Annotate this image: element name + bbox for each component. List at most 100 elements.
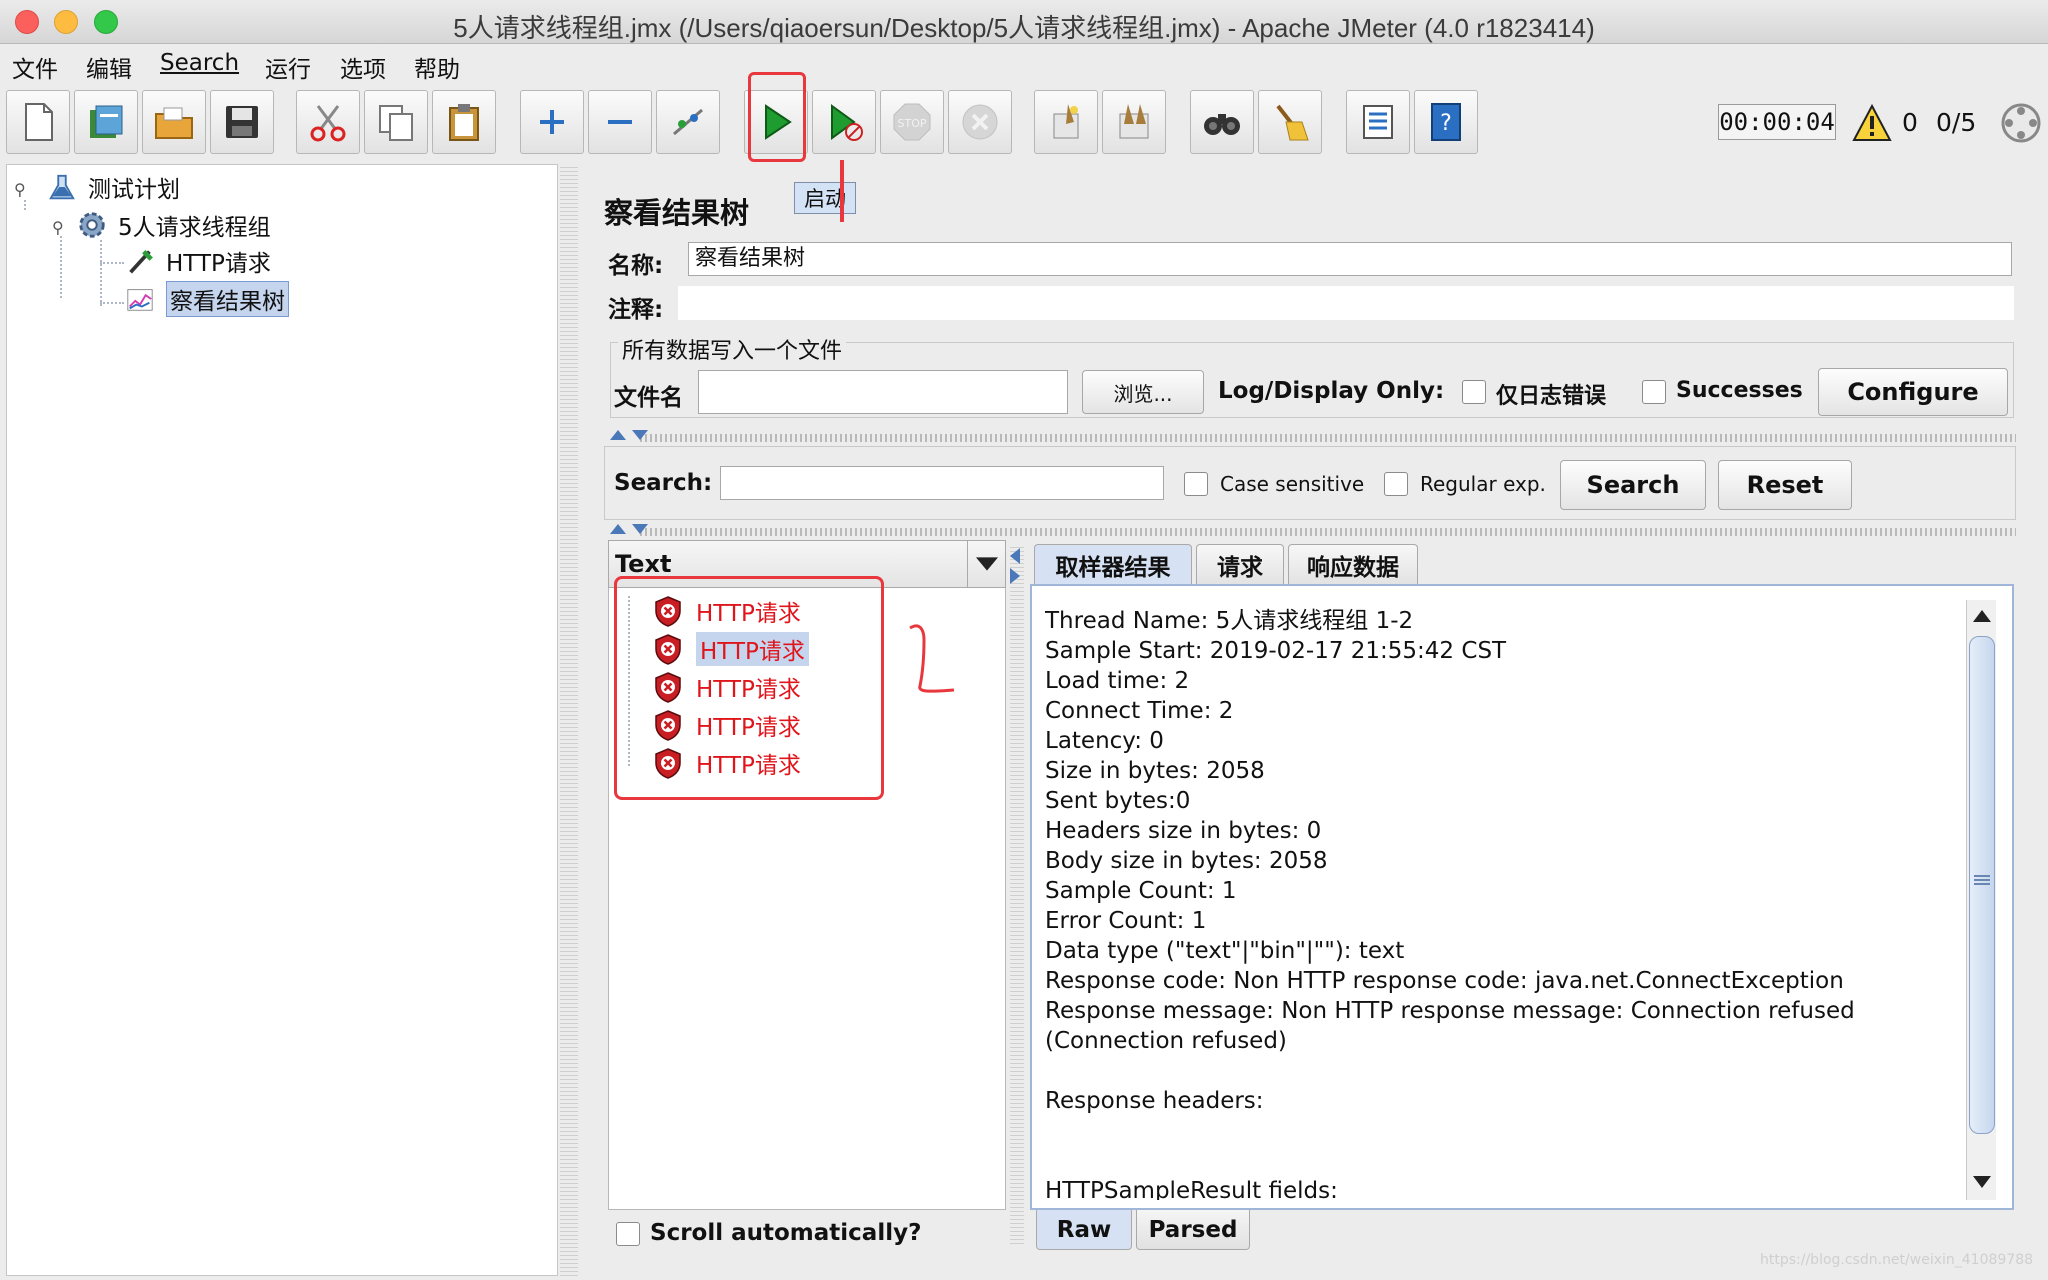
scroll-thumb[interactable] xyxy=(1969,636,1995,1134)
collapse-arrows-icon[interactable] xyxy=(608,428,652,442)
shutdown-icon[interactable] xyxy=(948,90,1012,154)
tree-node-label: HTTP请求 xyxy=(166,251,271,277)
copy-icon[interactable] xyxy=(364,90,428,154)
clear-icon[interactable] xyxy=(1034,90,1098,154)
open-icon[interactable] xyxy=(142,90,206,154)
collapse-icon[interactable] xyxy=(588,90,652,154)
annotation-mark xyxy=(840,160,844,222)
browse-button[interactable]: 浏览... xyxy=(1082,370,1204,414)
menu-file[interactable]: 文件 xyxy=(12,50,58,84)
search-button[interactable]: Search xyxy=(1560,460,1706,510)
window-title: 5人请求线程组.jmx (/Users/qiaoersun/Desktop/5人… xyxy=(453,13,1595,43)
tab-request[interactable]: 请求 xyxy=(1196,544,1284,584)
tree-node-http-request[interactable]: HTTP请求 xyxy=(124,244,271,278)
menu-edit[interactable]: 编辑 xyxy=(86,50,132,84)
renderer-value: Text xyxy=(615,550,672,578)
tree-node-label: 5人请求线程组 xyxy=(118,215,271,241)
search-label: Search: xyxy=(614,470,713,496)
thread-group-icon xyxy=(76,209,108,241)
tree-node-test-plan[interactable]: ⚲ 测试计划 xyxy=(14,170,180,204)
reset-button[interactable]: Reset xyxy=(1718,460,1852,510)
vertical-scrollbar[interactable] xyxy=(1966,600,1996,1200)
expand-icon[interactable] xyxy=(520,90,584,154)
regex-checkbox[interactable] xyxy=(1384,472,1408,496)
split-arrows-icon[interactable] xyxy=(1008,546,1022,586)
tree-connector xyxy=(100,262,124,264)
annotation-number-one xyxy=(909,624,955,693)
templates-icon[interactable] xyxy=(74,90,138,154)
tab-raw[interactable]: Raw xyxy=(1036,1210,1132,1250)
sampler-result-text[interactable]: Thread Name: 5人请求线程组 1-2 Sample Start: 2… xyxy=(1045,606,1965,1200)
menu-options[interactable]: 选项 xyxy=(340,50,386,84)
scroll-automatically-checkbox[interactable] xyxy=(616,1222,640,1246)
start-button-annotation xyxy=(748,72,806,162)
running-indicator-icon xyxy=(2001,103,2041,143)
scroll-down-icon[interactable] xyxy=(1971,1174,1993,1192)
name-label: 名称: xyxy=(608,253,664,279)
case-sensitive-checkbox[interactable] xyxy=(1184,472,1208,496)
menu-bar: 文件 编辑 Search 运行 选项 帮助 xyxy=(0,44,2048,84)
grip-icon xyxy=(1974,875,1990,885)
clear-all-icon[interactable] xyxy=(1102,90,1166,154)
svg-text:STOP: STOP xyxy=(898,117,927,130)
start-tooltip: 启动 xyxy=(794,182,856,214)
name-field[interactable]: 察看结果树 xyxy=(688,242,2012,276)
test-plan-icon xyxy=(46,171,78,203)
search-input[interactable] xyxy=(720,466,1164,500)
tree-node-label: 察看结果树 xyxy=(166,281,289,317)
menu-help[interactable]: 帮助 xyxy=(414,50,460,84)
start-no-pause-icon[interactable] xyxy=(812,90,876,154)
toggle-icon[interactable] xyxy=(656,90,720,154)
new-icon[interactable] xyxy=(6,90,70,154)
test-plan-tree xyxy=(6,164,558,1276)
help-icon[interactable]: ? xyxy=(1414,90,1478,154)
comment-label: 注释: xyxy=(608,297,664,323)
search-icon[interactable] xyxy=(1190,90,1254,154)
tree-handle-icon[interactable]: ⚲ xyxy=(52,218,66,237)
results-splitter[interactable] xyxy=(1010,544,1024,1244)
filename-field[interactable] xyxy=(698,370,1068,414)
errors-only-checkbox[interactable] xyxy=(1462,380,1486,404)
errors-only-label: 仅日志错误 xyxy=(1496,384,1607,409)
results-annotation-box xyxy=(614,576,884,800)
case-sensitive-label: Case sensitive xyxy=(1220,472,1365,496)
tree-connector xyxy=(60,236,62,298)
stop-icon[interactable]: STOP xyxy=(880,90,944,154)
filename-label: 文件名 xyxy=(614,385,683,411)
successes-checkbox[interactable] xyxy=(1642,380,1666,404)
tab-parsed[interactable]: Parsed xyxy=(1136,1210,1250,1250)
scroll-up-icon[interactable] xyxy=(1971,606,1993,624)
tree-node-thread-group[interactable]: ⚲ 5人请求线程组 xyxy=(52,208,271,242)
listener-icon xyxy=(124,283,156,315)
configure-button[interactable]: Configure xyxy=(1818,368,2008,416)
chevron-down-icon[interactable] xyxy=(967,541,1005,587)
save-icon[interactable] xyxy=(210,90,274,154)
write-to-file-legend: 所有数据写入一个文件 xyxy=(618,333,847,365)
vertical-splitter[interactable] xyxy=(560,164,578,1276)
cut-icon[interactable] xyxy=(296,90,360,154)
tree-node-view-results-tree[interactable]: 察看结果树 xyxy=(124,281,289,317)
tab-response-data[interactable]: 响应数据 xyxy=(1288,544,1418,584)
collapse-arrows-icon[interactable] xyxy=(608,522,652,536)
menu-search[interactable]: Search xyxy=(160,50,239,76)
splitter-divider[interactable] xyxy=(640,434,2016,442)
svg-text:?: ? xyxy=(1440,111,1452,136)
paste-icon[interactable] xyxy=(432,90,496,154)
comment-field[interactable] xyxy=(678,286,2014,320)
reset-search-icon[interactable] xyxy=(1258,90,1322,154)
function-helper-icon[interactable] xyxy=(1346,90,1410,154)
http-sampler-icon xyxy=(124,245,156,277)
panel-title: 察看结果树 xyxy=(604,196,750,230)
menu-run[interactable]: 运行 xyxy=(265,50,311,84)
watermark: https://blog.csdn.net/weixin_41089788 xyxy=(1760,1252,2034,1268)
splitter-divider[interactable] xyxy=(640,528,2016,536)
tree-connector xyxy=(100,302,124,304)
elapsed-timer: 00:00:04 xyxy=(1718,104,1836,140)
scroll-automatically-label: Scroll automatically? xyxy=(650,1220,922,1246)
warning-icon[interactable] xyxy=(1852,104,1892,142)
regex-label: Regular exp. xyxy=(1420,472,1546,496)
tab-sampler-result[interactable]: 取样器结果 xyxy=(1034,544,1192,584)
successes-label: Successes xyxy=(1676,378,1803,403)
tree-handle-icon[interactable]: ⚲ xyxy=(14,180,28,199)
title-bar: 5人请求线程组.jmx (/Users/qiaoersun/Desktop/5人… xyxy=(0,0,2048,44)
